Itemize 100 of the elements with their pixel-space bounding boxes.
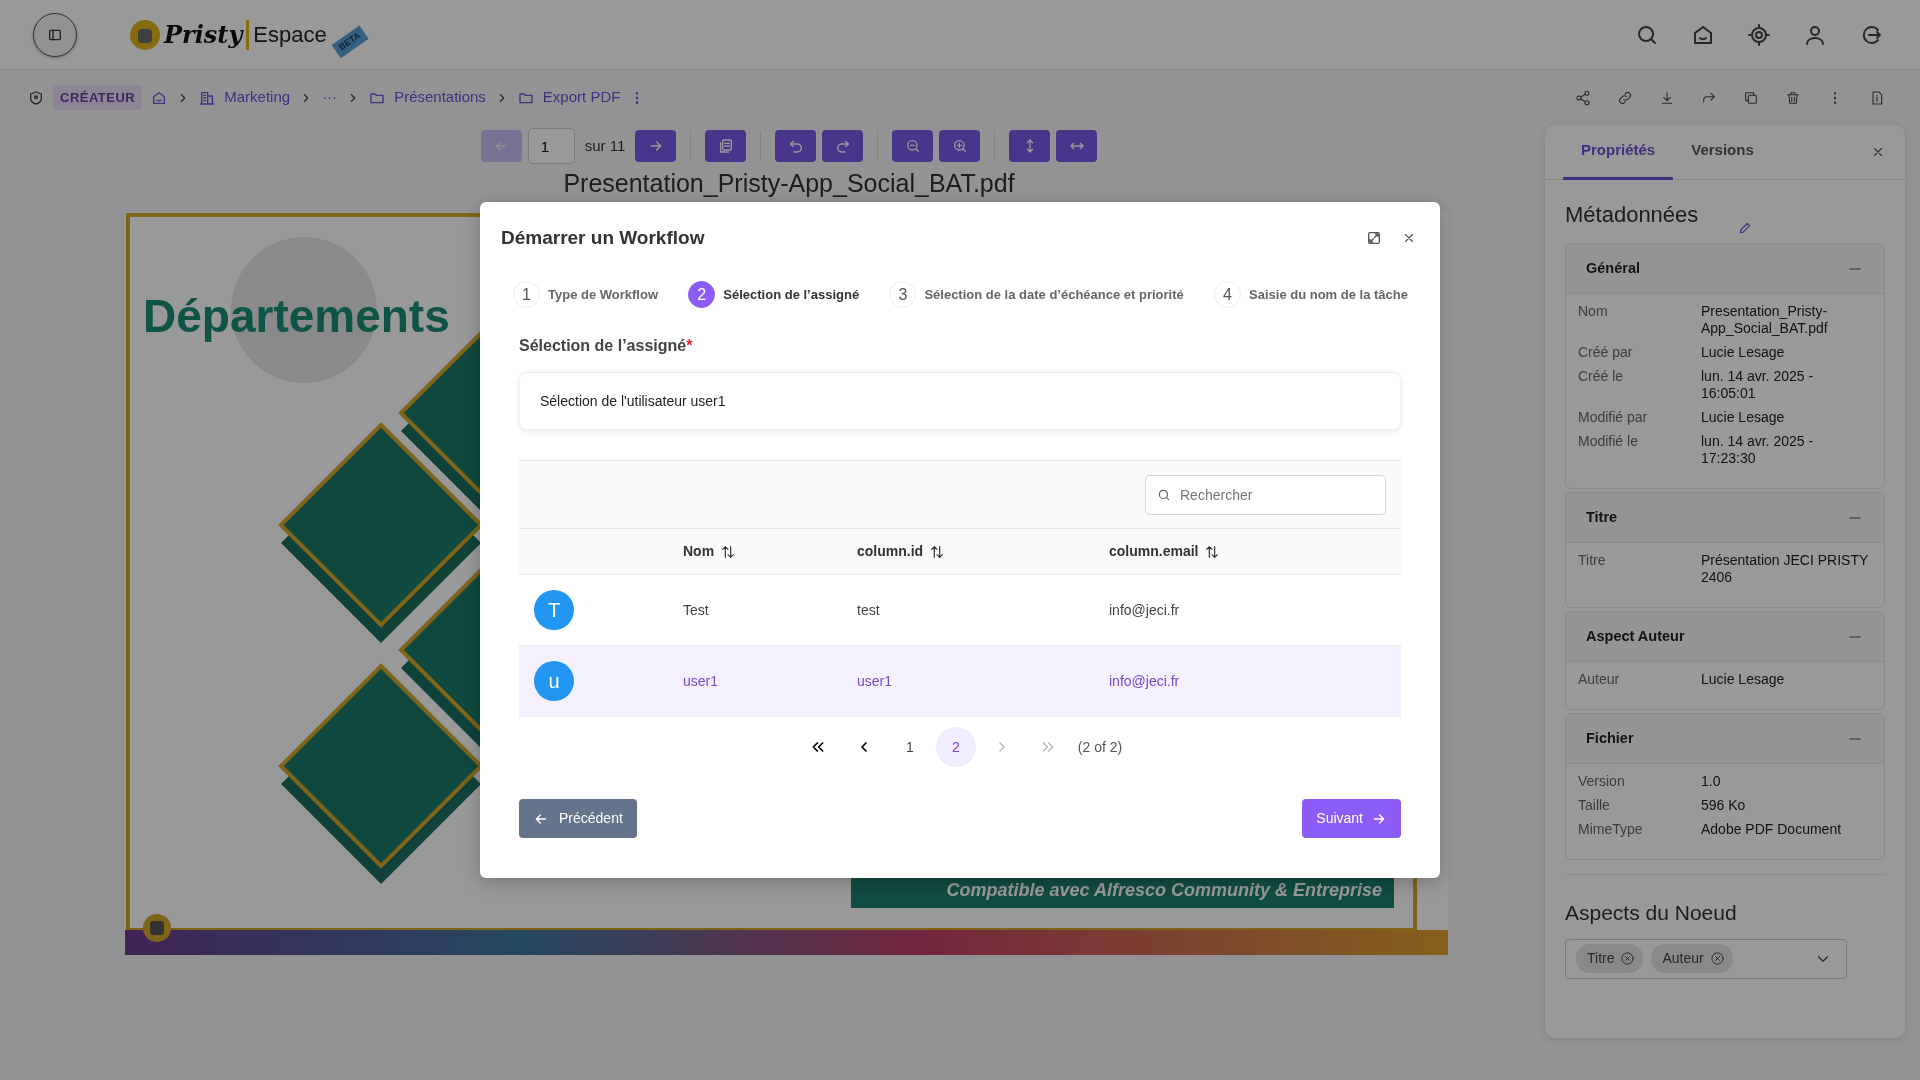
column-header[interactable]: column.email [1109,541,1199,562]
close-icon [1402,231,1416,245]
group-title: Fichier [1586,728,1634,748]
property-label: Modifié le [1578,433,1639,451]
sidebar-toggle-button[interactable] [33,12,77,57]
thumbnails-button[interactable] [705,130,747,162]
fit-height-button[interactable] [1009,130,1051,162]
page-summary: (2 of 2) [1077,737,1123,757]
table-cell: user1 [683,672,719,689]
field-label: Sélection de l’assigné [519,336,687,356]
step-label: Sélection de la date d’échéance et priorité [924,285,1184,304]
home-icon [151,89,168,106]
pages-icon [717,138,734,154]
avatar: T [534,590,574,630]
column-header[interactable]: Nom [683,541,715,562]
file-info-icon[interactable] [1869,89,1885,106]
next-page-button[interactable] [635,130,677,162]
expand-button[interactable] [1366,230,1382,246]
property-value: lun. 14 avr. 2025 - 17:23:30 [1701,433,1815,467]
search-field[interactable]: Rechercher [1145,474,1386,515]
zoom-in-button[interactable] [939,130,981,162]
step-number: 1 [513,281,540,308]
aspect-chip[interactable]: Titre [1576,944,1644,973]
breadcrumb-link[interactable]: Marketing [224,86,291,109]
remove-icon[interactable] [1709,951,1725,966]
chip-label: Auteur [1662,949,1704,968]
role-badge: CRÉATEUR [53,84,143,111]
trash-icon[interactable] [1785,89,1801,106]
property-value: Lucie Lesage [1701,671,1786,688]
table-cell: user1 [857,672,893,689]
breadcrumb-link[interactable]: Export PDF [542,86,621,109]
step-label: Sélection de l’assigné [723,285,860,304]
step-label: Type de Workflow [548,285,659,304]
property-value: Présentation JECI PRISTY 2406 [1701,552,1870,586]
property-value: Lucie Lesage [1701,409,1786,426]
breadcrumb-link[interactable]: Présentations [394,86,486,109]
rotate-left-button[interactable] [775,130,817,162]
step-label: Saisie du nom de la tâche [1249,285,1408,304]
step-number: 4 [1214,281,1242,308]
page-button[interactable]: 1 [889,727,930,767]
search-icon [1157,487,1171,502]
zoom-in-icon [951,138,968,154]
sort-icon[interactable] [929,543,946,560]
rotate-left-icon [787,138,804,154]
section-title: Aspects du Noeud [1565,900,1738,926]
slide-heading: Départements [143,289,450,344]
step-number: 2 [688,281,716,308]
property-label: Nom [1578,303,1609,321]
group-title: Titre [1586,507,1618,527]
column-header[interactable]: column.id [857,541,924,562]
group-header[interactable]: Aspect Auteur [1566,612,1884,662]
property-label: Auteur [1578,671,1621,688]
remove-icon[interactable] [1620,951,1636,966]
table-cell: Test [683,601,709,618]
property-label: Version [1578,773,1626,790]
property-label: Modifié par [1578,409,1649,426]
page-input[interactable]: 1 [527,128,575,164]
property-label: Créé le [1578,368,1625,386]
share-icon[interactable] [1575,89,1591,106]
zoom-out-button[interactable] [892,130,934,162]
rotate-right-button[interactable] [822,130,864,162]
aspects-select[interactable]: Titre Auteur [1565,938,1847,979]
shield-icon [28,89,44,106]
rotate-right-icon [834,138,851,154]
page-count: sur 11 [584,135,626,156]
property-label: Créé par [1578,344,1634,361]
page-button[interactable]: 2 [935,727,976,767]
close-icon [1871,145,1885,159]
panel-tab[interactable]: Versions [1673,125,1772,180]
property-value: 1.0 [1701,773,1722,790]
pencil-icon[interactable] [1738,221,1753,235]
table-row[interactable]: u user1 user1 info@jeci.fr [519,646,1401,717]
breadcrumb-more[interactable]: ··· [322,86,338,109]
download-icon[interactable] [1659,89,1675,106]
expand-icon [1366,230,1382,246]
copy-icon[interactable] [1743,89,1759,106]
back-button[interactable]: Précédent [519,799,637,838]
fit-width-button[interactable] [1056,130,1098,162]
property-label: MimeType [1578,821,1644,838]
property-value: 596 Ko [1701,797,1747,814]
property-value: Adobe PDF Document [1701,821,1843,838]
group-header[interactable]: Fichier [1566,714,1884,764]
avatar: u [534,661,574,701]
aspect-chip[interactable]: Auteur [1651,944,1733,973]
required-mark: * [686,336,693,356]
close-button[interactable] [1402,231,1416,245]
property-value: Lucie Lesage [1701,344,1786,361]
close-panel-button[interactable] [1871,145,1885,159]
zoom-out-icon [904,138,921,154]
sort-icon[interactable] [1204,543,1221,560]
assignee-field[interactable]: Sélection de l'utilisateur user1 [519,372,1401,430]
panel-tab[interactable]: Propriétés [1563,125,1674,180]
next-button[interactable]: Suivant [1302,799,1401,838]
table-cell: test [857,601,880,618]
link-icon[interactable] [1617,89,1633,106]
group-header[interactable]: Général [1566,244,1884,294]
sort-icon[interactable] [720,543,737,560]
group-header[interactable]: Titre [1566,493,1884,543]
home-link[interactable] [151,89,168,106]
property-label: Titre [1578,552,1607,570]
